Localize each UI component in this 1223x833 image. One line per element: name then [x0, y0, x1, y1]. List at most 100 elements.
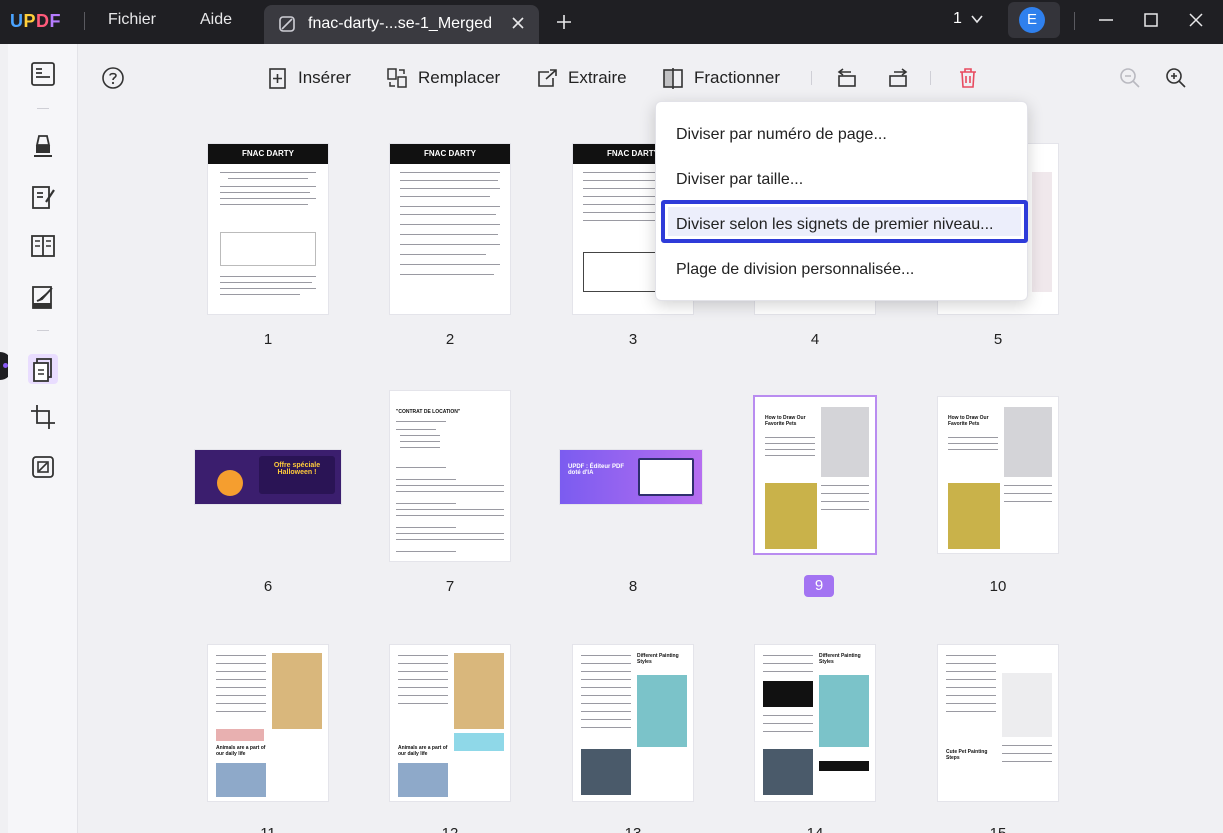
- title-separator: [84, 12, 85, 30]
- dog-drawing-image: [1004, 407, 1052, 477]
- page-title: How to Draw Our Favorite Pets: [765, 415, 806, 427]
- minimize-icon[interactable]: [1097, 11, 1115, 29]
- extract-label: Extraire: [568, 68, 627, 87]
- split-by-bookmarks-option[interactable]: Diviser selon les signets de premier niv…: [676, 216, 993, 234]
- split-options-menu: Diviser par numéro de page... Diviser pa…: [655, 101, 1028, 301]
- document-tab-icon: [279, 16, 295, 32]
- split-by-size-option[interactable]: Diviser par taille...: [676, 171, 803, 189]
- help-icon[interactable]: [101, 66, 125, 90]
- split-by-page-number-option[interactable]: Diviser par numéro de page...: [676, 126, 887, 144]
- page-number-14: 14: [800, 825, 830, 833]
- page-thumbnail-10[interactable]: How to Draw Our Favorite Pets: [938, 397, 1058, 553]
- table-thumbnail: [1032, 172, 1052, 292]
- close-window-icon[interactable]: [1187, 11, 1205, 29]
- palette-image: [216, 763, 266, 797]
- page-title: Different Painting Styles: [819, 653, 861, 665]
- organize-toolbar: Insérer Remplacer Extraire Fractionner: [79, 44, 1223, 112]
- organize-pages-icon[interactable]: [28, 354, 58, 384]
- new-tab-icon[interactable]: [554, 12, 574, 32]
- updf-promo-text: UPDF : Éditeur PDF doté d'IA: [568, 464, 625, 476]
- page-thumbnail-6[interactable]: Offre spéciale Halloween !: [195, 450, 341, 504]
- page-number-2: 2: [445, 331, 455, 348]
- page-thumbnail-7[interactable]: "CONTRAT DE LOCATION": [390, 391, 510, 561]
- page-number-15: 15: [983, 825, 1013, 833]
- sidebar-divider: [37, 108, 49, 109]
- zoom-out-icon[interactable]: [1118, 66, 1142, 90]
- split-page-icon: [663, 68, 683, 89]
- document-tab[interactable]: fnac-darty-...se-1_Merged: [264, 5, 539, 44]
- reader-icon[interactable]: [28, 59, 58, 89]
- monitor-graphic: [638, 458, 694, 496]
- page-thumbnail-13[interactable]: Different Painting Styles: [573, 645, 693, 801]
- dog-drawing-image: [821, 407, 869, 477]
- maximize-icon[interactable]: [1142, 11, 1160, 29]
- highlighted-text: [454, 733, 504, 751]
- page-number-9-selected: 9: [804, 575, 834, 597]
- left-sidebar: [8, 44, 78, 833]
- rotate-right-icon[interactable]: [886, 66, 910, 90]
- page-number-13: 13: [618, 825, 648, 833]
- redacted-text: [763, 681, 813, 707]
- palette-image: [398, 763, 448, 797]
- halloween-banner: Offre spéciale Halloween !: [259, 456, 335, 494]
- table-thumbnail: [220, 232, 316, 266]
- page-thumbnail-15[interactable]: Cute Pet Painting Steps: [938, 645, 1058, 801]
- sidebar-divider: [37, 330, 49, 331]
- crop-icon[interactable]: [28, 402, 58, 432]
- replace-page-icon: [387, 68, 407, 88]
- comment-highlighter-icon[interactable]: [28, 131, 58, 161]
- chevron-down-icon[interactable]: [970, 12, 984, 26]
- page-title: Animals are a part of our daily life: [216, 745, 266, 757]
- page-number-8: 8: [628, 578, 638, 595]
- form-icon[interactable]: [28, 231, 58, 261]
- page-number-6: 6: [263, 578, 273, 595]
- page-number-3: 3: [628, 331, 638, 348]
- page-thumbnail-12[interactable]: Animals are a part of our daily life: [390, 645, 510, 801]
- contract-title: "CONTRAT DE LOCATION": [396, 409, 461, 415]
- page-thumbnail-8[interactable]: UPDF : Éditeur PDF doté d'IA: [560, 450, 702, 504]
- extract-button[interactable]: Extraire: [536, 66, 627, 90]
- split-button[interactable]: Fractionner: [662, 66, 780, 90]
- edit-pdf-icon[interactable]: [28, 182, 58, 212]
- highlighted-text: [216, 729, 264, 741]
- page-number-7: 7: [445, 578, 455, 595]
- fnac-darty-header: FNAC DARTY: [390, 144, 510, 164]
- halloween-title: Offre spéciale Halloween !: [273, 462, 321, 476]
- page-thumbnail-14[interactable]: Different Painting Styles: [755, 645, 875, 801]
- page-number-4: 4: [810, 331, 820, 348]
- insert-label: Insérer: [298, 68, 351, 87]
- page-thumbnail-1[interactable]: FNAC DARTY: [208, 144, 328, 314]
- menu-fichier[interactable]: Fichier: [108, 11, 156, 29]
- account-button[interactable]: E: [1008, 2, 1060, 38]
- custom-split-range-option[interactable]: Plage de division personnalisée...: [676, 261, 914, 279]
- watercolor-image: [819, 675, 869, 747]
- page-title: How to Draw Our Favorite Pets: [948, 415, 989, 427]
- page-number-1: 1: [263, 331, 273, 348]
- window-counter[interactable]: 1: [953, 10, 962, 28]
- page-number-10: 10: [989, 578, 1007, 595]
- moon-graphic: [217, 470, 243, 496]
- brushes-image: [454, 653, 504, 729]
- page-thumbnail-11[interactable]: Animals are a part of our daily life: [208, 645, 328, 801]
- sign-icon[interactable]: [28, 282, 58, 312]
- insert-button[interactable]: Insérer: [266, 66, 351, 90]
- close-tab-icon[interactable]: [509, 14, 527, 32]
- zoom-in-icon[interactable]: [1164, 66, 1188, 90]
- rotate-left-icon[interactable]: [835, 66, 859, 90]
- dog-photo-image: [948, 483, 1000, 549]
- menu-aide[interactable]: Aide: [200, 11, 232, 29]
- page-thumbnail-9[interactable]: How to Draw Our Favorite Pets: [755, 397, 875, 553]
- replace-button[interactable]: Remplacer: [386, 66, 500, 90]
- page-number-5: 5: [993, 331, 1003, 348]
- brushes-image: [272, 653, 322, 729]
- page-title: Different Painting Styles: [637, 653, 679, 665]
- tab-title: fnac-darty-...se-1_Merged: [308, 15, 493, 32]
- page-thumbnail-2[interactable]: FNAC DARTY: [390, 144, 510, 314]
- tools-icon[interactable]: [28, 452, 58, 482]
- toolbar-separator: [811, 71, 812, 85]
- page-title: Animals are a part of our daily life: [398, 745, 448, 757]
- delete-icon[interactable]: [956, 66, 980, 90]
- page-thumbnail-grid: FNAC DARTY 1 FNAC DARTY 2 FNAC DARTY 3 4…: [79, 112, 1223, 833]
- page-title: Cute Pet Painting Steps: [946, 749, 988, 761]
- extract-page-icon: [538, 69, 557, 87]
